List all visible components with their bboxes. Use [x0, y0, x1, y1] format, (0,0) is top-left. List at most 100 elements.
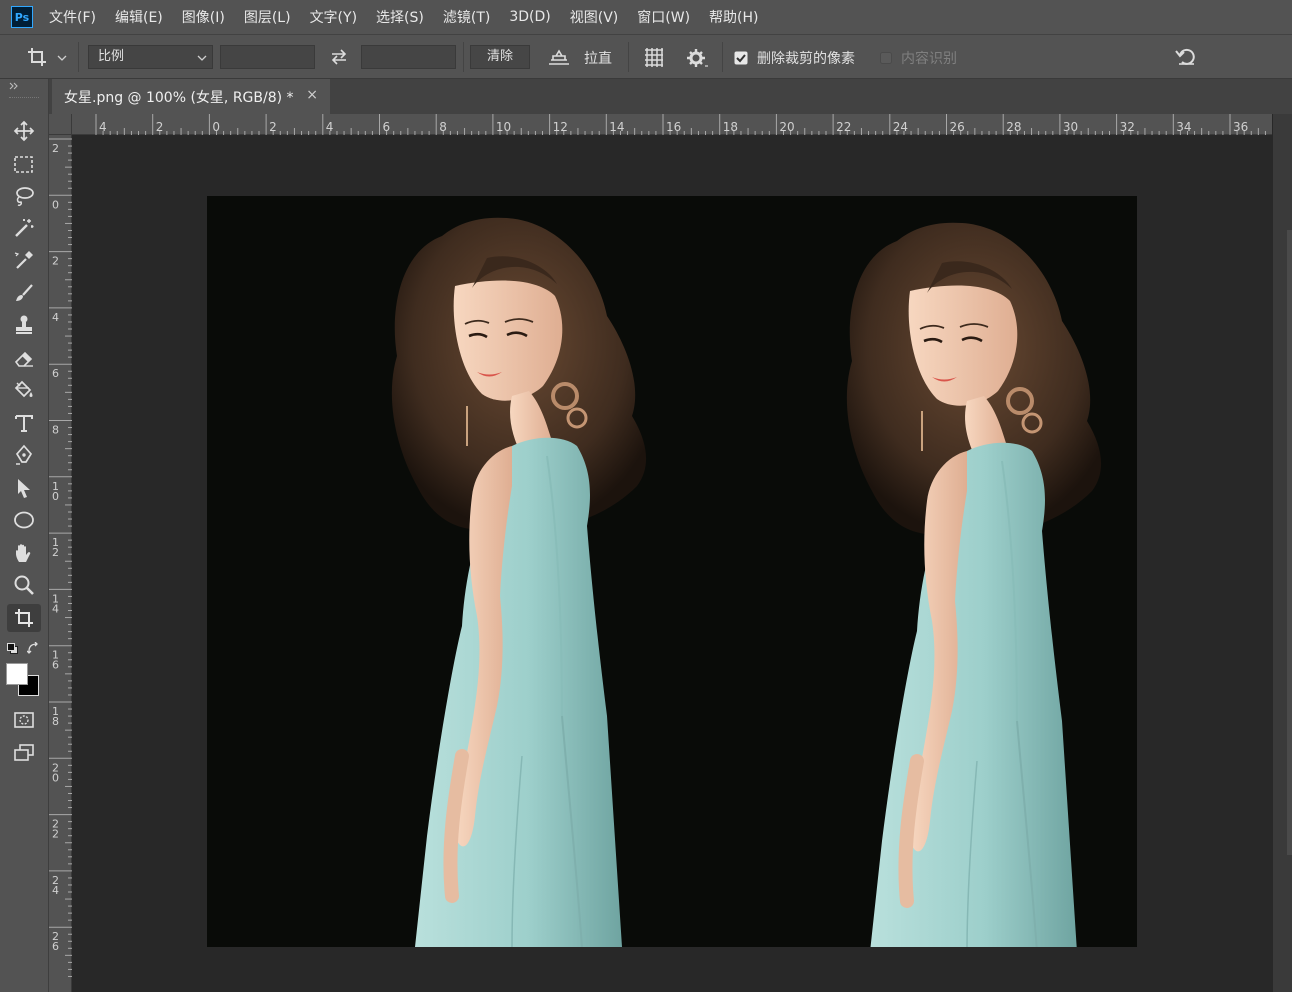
- ruler-label: 24: [893, 120, 908, 134]
- vertical-ruler[interactable]: 202468101214161820222426: [49, 135, 72, 992]
- ruler-label: 36: [1233, 120, 1248, 134]
- swap-colors-icon[interactable]: [27, 642, 40, 655]
- ruler-label: 20: [779, 120, 794, 134]
- scroll-thumb[interactable]: [1287, 230, 1292, 855]
- ruler-label: 4: [99, 120, 107, 134]
- tool-lasso[interactable]: [7, 182, 41, 210]
- menu-select[interactable]: 选择(S): [376, 7, 424, 27]
- menu-help[interactable]: 帮助(H): [709, 7, 758, 27]
- vertical-scrollbar[interactable]: [1273, 114, 1292, 992]
- default-colors-icon[interactable]: [6, 642, 19, 655]
- width-input[interactable]: [220, 45, 315, 69]
- ruler-origin[interactable]: [49, 114, 72, 135]
- ruler-label: 14: [609, 120, 624, 134]
- swap-icon[interactable]: [329, 49, 349, 65]
- horizontal-ruler-ticks: 4 2 0 2 4 6 8 10 12 14 16 18 20 22 24 26 28 30 32 34 36: [95, 114, 1266, 135]
- tool-stamp[interactable]: [7, 311, 41, 339]
- straighten-label[interactable]: 拉直: [584, 48, 612, 68]
- tool-hand[interactable]: [7, 539, 41, 567]
- horizontal-ruler[interactable]: 4 2 0 2 4 6 8 10 12 14 16 18 20 22 24 26 28 30 32 34 36: [72, 114, 1272, 135]
- ruler-label: 8: [52, 424, 59, 437]
- tool-path-select[interactable]: [7, 474, 41, 502]
- ruler-label: 12: [52, 536, 59, 559]
- ruler-label: 2: [156, 120, 164, 134]
- marquee-icon: [14, 156, 33, 173]
- eraser-icon: [14, 351, 33, 367]
- separator: [78, 42, 79, 72]
- delete-pixels-label[interactable]: 删除裁剪的像素: [757, 48, 855, 68]
- straighten-icon[interactable]: [547, 47, 571, 67]
- ruler-label: 0: [212, 120, 220, 134]
- panel-grip[interactable]: [9, 97, 39, 101]
- tool-marquee[interactable]: [7, 150, 41, 178]
- reset-icon[interactable]: [1174, 47, 1198, 67]
- photo-two-women-in-dress: [207, 196, 1137, 947]
- ruler-label: 22: [52, 818, 59, 841]
- chevron-down-icon[interactable]: [57, 54, 67, 62]
- ruler-label: 4: [52, 311, 59, 324]
- tool-magic-wand[interactable]: [7, 214, 41, 242]
- ruler-label: 14: [52, 592, 59, 615]
- menu-image[interactable]: 图像(I): [182, 7, 225, 27]
- menu-window[interactable]: 窗口(W): [637, 7, 690, 27]
- tool-eraser[interactable]: [7, 344, 41, 372]
- menu-type[interactable]: 文字(Y): [310, 7, 357, 27]
- move-icon: [13, 120, 35, 142]
- menu-3d[interactable]: 3D(D): [509, 9, 550, 25]
- hand-icon: [16, 544, 31, 562]
- ruler-label: 24: [52, 874, 59, 897]
- ruler-label: 6: [383, 120, 391, 134]
- document-image[interactable]: [207, 196, 1137, 947]
- lasso-icon: [16, 187, 34, 206]
- menu-file[interactable]: 文件(F): [49, 7, 96, 27]
- overlay-grid-icon[interactable]: [643, 46, 665, 68]
- height-input[interactable]: [361, 45, 456, 69]
- tool-zoom[interactable]: [7, 571, 41, 599]
- tool-brush[interactable]: [7, 279, 41, 307]
- menu-bar: Ps 文件(F) 编辑(E) 图像(I) 图层(L) 文字(Y) 选择(S) 滤…: [0, 0, 1292, 34]
- tool-type[interactable]: [7, 409, 41, 437]
- menu-edit[interactable]: 编辑(E): [115, 7, 163, 27]
- options-bar: 比例 清除 拉直 删除裁剪的像素 内容识别: [0, 34, 1292, 79]
- ratio-select-value: 比例: [98, 49, 125, 64]
- foreground-color-swatch[interactable]: [6, 663, 28, 685]
- tool-eyedropper[interactable]: [7, 246, 41, 274]
- crop-tool-preset-icon[interactable]: [26, 46, 50, 68]
- tool-screen-mode[interactable]: [7, 739, 41, 767]
- tool-quick-mask[interactable]: [7, 706, 41, 734]
- ruler-label: 6: [52, 367, 59, 380]
- bucket-icon: [14, 380, 33, 398]
- ellipse-icon: [14, 511, 34, 529]
- close-icon[interactable]: ×: [306, 87, 318, 103]
- path-select-icon: [18, 479, 30, 498]
- chevron-down-icon: [197, 55, 207, 61]
- tool-bucket[interactable]: [7, 376, 41, 404]
- gear-icon[interactable]: [686, 48, 708, 68]
- tool-crop[interactable]: [7, 604, 41, 632]
- photoshop-logo-icon[interactable]: Ps: [11, 6, 33, 28]
- ruler-label: 20: [52, 761, 59, 784]
- ruler-label: 16: [666, 120, 681, 134]
- collapse-panel-icon[interactable]: [9, 82, 18, 90]
- pen-icon: [15, 444, 33, 465]
- menu-view[interactable]: 视图(V): [570, 7, 619, 27]
- ruler-label: 10: [52, 480, 59, 503]
- document-tab[interactable]: 女星.png @ 100% (女星, RGB/8) * ×: [52, 79, 330, 114]
- vertical-ruler-ticks: 2024681 01 21 41 61 82 02 22 42 6: [49, 138, 72, 977]
- delete-pixels-checkbox[interactable]: [734, 51, 748, 65]
- ruler-label: 34: [1176, 120, 1191, 134]
- tool-pen[interactable]: [7, 441, 41, 469]
- menu-filter[interactable]: 滤镜(T): [443, 7, 490, 27]
- document-tab-bar: 女星.png @ 100% (女星, RGB/8) * ×: [49, 79, 1292, 114]
- clear-button[interactable]: 清除: [470, 45, 530, 69]
- tool-ellipse[interactable]: [7, 506, 41, 534]
- ruler-label: 22: [836, 120, 851, 134]
- tools-panel: [0, 79, 49, 992]
- tool-move[interactable]: [7, 117, 41, 145]
- menu-layer[interactable]: 图层(L): [244, 7, 291, 27]
- zoom-icon: [14, 575, 34, 595]
- content-aware-checkbox[interactable]: [880, 52, 892, 64]
- content-aware-label: 内容识别: [901, 51, 957, 67]
- ruler-label: 16: [52, 649, 59, 672]
- ratio-select[interactable]: 比例: [88, 45, 213, 69]
